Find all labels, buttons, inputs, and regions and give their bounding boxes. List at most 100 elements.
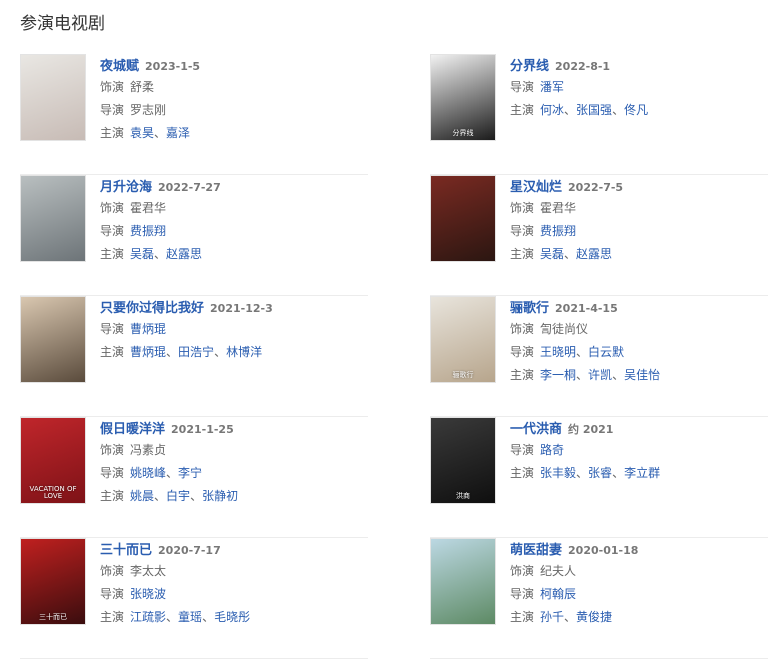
role-name: 霍君华 <box>540 201 577 215</box>
series-title-link[interactable]: 星汉灿烂 <box>510 180 562 195</box>
credit-row: 主演 姚晨、白宇、张静初 <box>100 485 368 508</box>
tv-series-card: 月升沧海 2022-7-27 饰演 霍君华 导演 费振翔 主演 吴磊、赵露思 <box>20 175 368 296</box>
series-info: 萌医甜妻 2020-01-18 饰演 纪夫人 导演 柯翰辰 主演 孙千、黄俊捷 <box>510 538 768 629</box>
role-name: 訇徒尚仪 <box>540 322 589 336</box>
series-title-link[interactable]: 月升沧海 <box>100 180 152 195</box>
person-link[interactable]: 路奇 <box>540 443 564 457</box>
credit-label: 饰演 <box>510 201 535 215</box>
series-title-link[interactable]: 三十而已 <box>100 543 152 558</box>
role-name: 冯素贞 <box>130 443 167 457</box>
poster-image[interactable] <box>20 296 86 383</box>
person-link[interactable]: 费振翔 <box>130 224 166 238</box>
poster-image[interactable]: 三十而已 <box>20 538 86 625</box>
credit-label: 主演 <box>100 610 125 624</box>
person-link[interactable]: 毛晓彤 <box>214 610 250 624</box>
credit-label: 导演 <box>510 80 535 94</box>
person-link[interactable]: 嘉泽 <box>166 126 190 140</box>
person-link[interactable]: 李立群 <box>624 466 660 480</box>
person-link[interactable]: 童瑶 <box>178 610 202 624</box>
person-link[interactable]: 白宇 <box>166 489 190 503</box>
person-link[interactable]: 江疏影 <box>130 610 166 624</box>
series-title-link[interactable]: 分界线 <box>510 59 549 74</box>
name-separator: 、 <box>154 489 167 503</box>
poster-image[interactable] <box>20 54 86 141</box>
release-date: 2021-1-25 <box>171 423 234 436</box>
poster-title-text: VACATION OF LOVE <box>29 484 77 501</box>
poster-image[interactable] <box>430 175 496 262</box>
person-link[interactable]: 张静初 <box>202 489 238 503</box>
person-link[interactable]: 李宁 <box>178 466 202 480</box>
person-link[interactable]: 吴磊 <box>130 247 154 261</box>
series-info: 一代洪商约 2021 导演 路奇 主演 张丰毅、张睿、李立群 <box>510 417 768 485</box>
person-link[interactable]: 佟凡 <box>624 103 648 117</box>
person-link[interactable]: 张晓波 <box>130 587 166 601</box>
person-link[interactable]: 王晓明 <box>540 345 576 359</box>
person-link[interactable]: 赵露思 <box>576 247 612 261</box>
series-info: 月升沧海 2022-7-27 饰演 霍君华 导演 费振翔 主演 吴磊、赵露思 <box>100 175 368 266</box>
person-link[interactable]: 黄俊捷 <box>576 610 612 624</box>
person-link[interactable]: 田浩宁 <box>178 345 214 359</box>
credit-label: 主演 <box>510 247 535 261</box>
person-link[interactable]: 林博洋 <box>226 345 262 359</box>
poster-image[interactable]: 骊歌行 <box>430 296 496 383</box>
person-link[interactable]: 曹炳琨 <box>130 322 166 336</box>
series-title-link[interactable]: 夜城赋 <box>100 59 139 74</box>
title-line: 月升沧海 2022-7-27 <box>100 175 368 197</box>
person-link[interactable]: 何冰 <box>540 103 564 117</box>
title-line: 一代洪商约 2021 <box>510 417 768 439</box>
name-separator: 、 <box>612 466 625 480</box>
series-title-link[interactable]: 骊歌行 <box>510 301 549 316</box>
credit-label: 主演 <box>510 466 535 480</box>
release-date: 2021-4-15 <box>555 302 618 315</box>
credit-row: 主演 吴磊、赵露思 <box>100 243 368 266</box>
person-link[interactable]: 张国强 <box>576 103 612 117</box>
credit-label: 主演 <box>100 126 125 140</box>
name-separator: 、 <box>154 247 167 261</box>
person-link[interactable]: 孙千 <box>540 610 564 624</box>
person-link[interactable]: 吴佳怡 <box>624 368 660 382</box>
credit-row: 主演 吴磊、赵露思 <box>510 243 768 266</box>
person-link[interactable]: 费振翔 <box>540 224 576 238</box>
release-date: 2020-01-18 <box>568 544 639 557</box>
poster-title-text: 分界线 <box>452 129 474 138</box>
person-link[interactable]: 姚晓峰 <box>130 466 166 480</box>
series-title-link[interactable]: 假日暖洋洋 <box>100 422 165 437</box>
person-link[interactable]: 张睿 <box>588 466 612 480</box>
poster-image[interactable]: 洪商 <box>430 417 496 504</box>
person-link[interactable]: 许凯 <box>588 368 612 382</box>
person-link[interactable]: 吴磊 <box>540 247 564 261</box>
credit-row: 主演 何冰、张国强、佟凡 <box>510 99 768 122</box>
credit-row: 导演 张晓波 <box>100 583 368 606</box>
person-link[interactable]: 袁昊 <box>130 126 154 140</box>
series-title-link[interactable]: 一代洪商 <box>510 422 562 437</box>
person-link[interactable]: 白云默 <box>588 345 624 359</box>
poster-image[interactable]: 分界线 <box>430 54 496 141</box>
poster-image[interactable] <box>20 175 86 262</box>
poster-image[interactable] <box>430 538 496 625</box>
tv-series-card: 夜城赋 2023-1-5 饰演 舒柔 导演 罗志刚 主演 袁昊、嘉泽 <box>20 54 368 175</box>
series-title-link[interactable]: 只要你过得比我好 <box>100 301 204 316</box>
poster-image[interactable]: VACATION OF LOVE <box>20 417 86 504</box>
series-info: 三十而已 2020-7-17 饰演 李太太 导演 张晓波 主演 江疏影、童瑶、毛晓彤 <box>100 538 368 629</box>
person-link[interactable]: 李一桐 <box>540 368 576 382</box>
title-line: 夜城赋 2023-1-5 <box>100 54 368 76</box>
person-link[interactable]: 张丰毅 <box>540 466 576 480</box>
person-link[interactable]: 潘军 <box>540 80 564 94</box>
role-name: 舒柔 <box>130 80 155 94</box>
person-link[interactable]: 赵露思 <box>166 247 202 261</box>
poster-title-text: 骊歌行 <box>452 371 474 380</box>
poster-title-text: 三十而已 <box>39 613 67 622</box>
credit-label: 饰演 <box>100 201 125 215</box>
person-link[interactable]: 曹炳琨 <box>130 345 166 359</box>
series-info: 夜城赋 2023-1-5 饰演 舒柔 导演 罗志刚 主演 袁昊、嘉泽 <box>100 54 368 145</box>
person-link[interactable]: 柯翰辰 <box>540 587 576 601</box>
release-date: 2022-7-5 <box>568 181 624 194</box>
release-date: 2021-12-3 <box>210 302 273 315</box>
series-info: 星汉灿烂 2022-7-5 饰演 霍君华 导演 费振翔 主演 吴磊、赵露思 <box>510 175 768 266</box>
series-title-link[interactable]: 萌医甜妻 <box>510 543 562 558</box>
tv-series-card: 星汉灿烂 2022-7-5 饰演 霍君华 导演 费振翔 主演 吴磊、赵露思 <box>430 175 768 296</box>
credit-row: 饰演 霍君华 <box>510 197 768 220</box>
person-link[interactable]: 姚晨 <box>130 489 154 503</box>
credit-label: 导演 <box>510 587 535 601</box>
name-separator: 、 <box>166 466 179 480</box>
